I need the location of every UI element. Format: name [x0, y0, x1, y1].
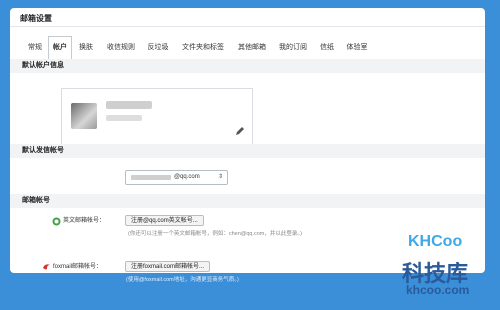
- title-divider: [10, 26, 485, 27]
- khcoo-watermark: KHCoo 科技库 khcoo.com: [400, 230, 495, 308]
- tab-lab[interactable]: 体验室: [342, 37, 372, 59]
- foxmail-account-hint: (使用@foxmail.com地址，沟通更显商务气质。): [126, 277, 239, 283]
- section-header-default-sender: 默认发信帐号: [10, 144, 485, 158]
- avatar: [71, 103, 97, 129]
- dropdown-arrow-icon: ⇕: [217, 174, 223, 180]
- english-account-label: 英文邮箱帐号：: [63, 218, 106, 224]
- watermark-logo: KHCoo: [408, 233, 463, 250]
- tab-general[interactable]: 常规: [24, 37, 46, 59]
- register-foxmail-account-button[interactable]: 注册foxmail.com邮箱帐号...: [125, 261, 211, 272]
- sender-address-redacted: [131, 175, 171, 180]
- pencil-icon[interactable]: [234, 125, 246, 137]
- foxmail-account-label: foxmail邮箱帐号：: [53, 264, 103, 270]
- tab-subscriptions[interactable]: 我的订阅: [274, 37, 312, 59]
- english-account-hint: (你还可以注册一个英文邮箱帐号，例如：chen@qq.com，并以此登录。): [128, 231, 302, 237]
- tab-inbox-rules[interactable]: 收信规则: [102, 37, 140, 59]
- tab-stationery[interactable]: 信纸: [315, 37, 339, 59]
- tab-skin[interactable]: 换肤: [74, 37, 98, 59]
- register-english-account-button[interactable]: 注册@qq.com英文帐号...: [125, 215, 204, 226]
- account-detail-redacted: [106, 115, 142, 121]
- default-sender-select[interactable]: @qq.com ⇕: [125, 170, 228, 185]
- settings-tabs: 常规 帐户 换肤 收信规则 反垃圾 文件夹和标签 其他邮箱 我的订阅 信纸 体验…: [10, 36, 485, 60]
- tab-account[interactable]: 帐户: [48, 36, 72, 60]
- section-title: 邮箱帐号: [22, 197, 50, 204]
- section-header-default-account: 默认帐户信息: [10, 59, 485, 73]
- section-header-mailbox-accounts: 邮箱帐号: [10, 194, 485, 208]
- english-account-icon: [52, 217, 61, 226]
- sender-address-suffix: @qq.com: [174, 174, 200, 180]
- tab-folders-labels[interactable]: 文件夹和标签: [176, 37, 230, 59]
- tab-antispam[interactable]: 反垃圾: [143, 37, 173, 59]
- account-card: [61, 88, 253, 146]
- page-title: 邮箱设置: [20, 14, 52, 23]
- foxmail-icon: [43, 264, 50, 270]
- tab-other-mailboxes[interactable]: 其他邮箱: [233, 37, 271, 59]
- account-name-redacted: [106, 101, 152, 109]
- section-title: 默认发信帐号: [22, 147, 64, 154]
- watermark-url: khcoo.com: [406, 283, 470, 297]
- section-title: 默认帐户信息: [22, 62, 64, 69]
